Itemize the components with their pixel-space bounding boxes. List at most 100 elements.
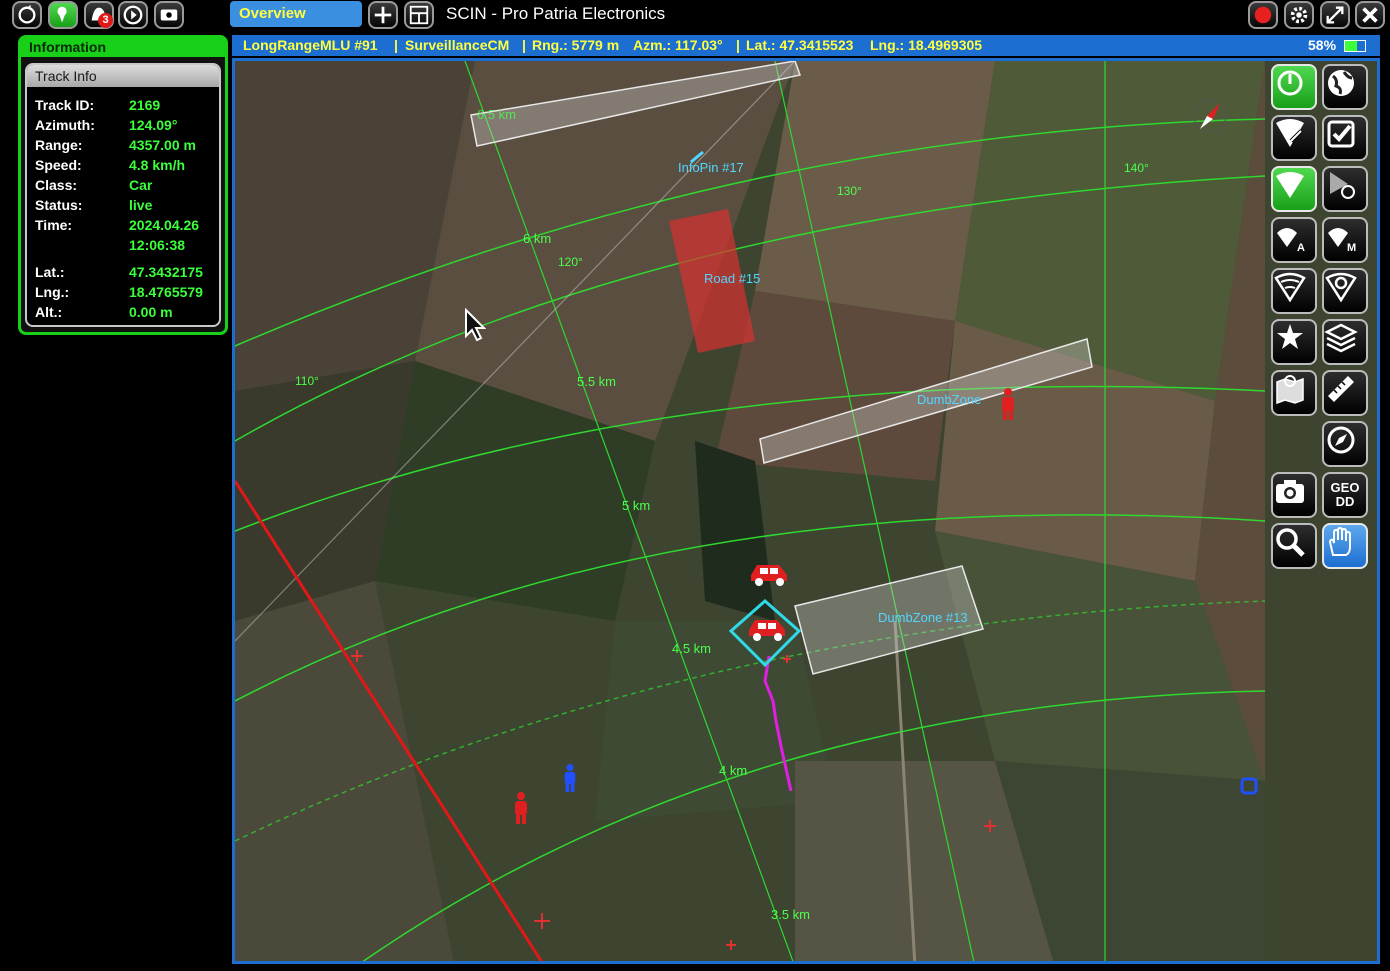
checklist-icon: [1327, 120, 1355, 148]
compass-icon: [1327, 426, 1355, 454]
track-info-title: Track Info: [27, 65, 219, 87]
lat-readout: Lat.: 47.3415523: [746, 37, 854, 53]
dish-button[interactable]: [154, 1, 184, 29]
ruler-button[interactable]: [1322, 370, 1368, 416]
close-icon: [1362, 7, 1378, 23]
zoom-button[interactable]: [1271, 523, 1317, 569]
zoom-icon: [1276, 528, 1305, 557]
row-label: Azimuth:: [35, 117, 95, 133]
terrain-background: [235, 61, 1377, 961]
split-layout-icon: [409, 5, 429, 25]
geo-dd-label: GEO: [1330, 480, 1360, 495]
auto-scan-button[interactable]: A: [1271, 217, 1317, 263]
row-label: Track ID:: [35, 97, 95, 113]
close-button[interactable]: [1355, 1, 1385, 29]
globe-button[interactable]: [1322, 64, 1368, 110]
road-zone-label: Road #15: [704, 271, 761, 286]
range-label: 4.5 km: [672, 641, 712, 656]
checklist-button[interactable]: [1322, 115, 1368, 161]
map-view[interactable]: 6.5 km 6 km 5.5 km 5 km 4.5 km 4 km 3.5 …: [232, 58, 1380, 964]
refresh-icon: [18, 4, 36, 24]
time-value: 12:06:38: [129, 237, 186, 253]
range-label: 3.5 km: [771, 907, 811, 922]
lng-value: 18.4765579: [129, 284, 203, 300]
geo-dd-button[interactable]: GEO DD: [1322, 472, 1368, 518]
separator: |: [522, 37, 526, 53]
radar-beam-icon: [1276, 172, 1304, 198]
navigate-button[interactable]: [1322, 166, 1368, 212]
lat-value: 47.3432175: [129, 264, 203, 280]
row-label: Alt.:: [35, 304, 63, 320]
sector-button[interactable]: [1271, 268, 1317, 314]
record-button[interactable]: [1248, 1, 1278, 29]
separator: |: [394, 37, 398, 53]
refresh-button[interactable]: [12, 1, 42, 29]
fullscreen-icon: [1326, 6, 1344, 24]
auto-scan-icon: A: [1277, 228, 1305, 253]
layers-button[interactable]: [1322, 319, 1368, 365]
manual-scan-button[interactable]: M: [1322, 217, 1368, 263]
search-zone-icon: [1325, 272, 1357, 303]
pin-button[interactable]: [1271, 319, 1317, 365]
speed-value: 4.8 km/h: [129, 157, 186, 173]
radar-beam-button[interactable]: [1271, 166, 1317, 212]
svg-text:A: A: [1297, 242, 1305, 253]
azimuth-label: 130°: [837, 184, 862, 198]
row-label: Status:: [35, 197, 83, 213]
dish-icon: [160, 9, 178, 21]
power-icon: [1277, 70, 1303, 96]
sector-icon: [1274, 272, 1306, 303]
power-button[interactable]: [1271, 64, 1317, 110]
azimuth-label: 140°: [1124, 161, 1149, 175]
dumbzone-label: DumbZone: [917, 392, 982, 407]
azimuth-value: 124.09°: [129, 117, 178, 133]
alert-button[interactable]: 3: [84, 1, 114, 29]
map-pin-icon: [57, 6, 67, 23]
row-label: Time:: [35, 217, 73, 233]
alt-value: 0.00 m: [129, 304, 173, 320]
plus-icon: [374, 6, 392, 24]
record-icon: [1254, 6, 1272, 24]
fullscreen-button[interactable]: [1320, 1, 1350, 29]
status-value: live: [129, 197, 153, 213]
azimuth-label: 110°: [295, 374, 319, 388]
gear-icon: [1290, 6, 1308, 24]
layout-button[interactable]: [404, 1, 434, 29]
separator: |: [736, 37, 740, 53]
geo-dd-label: DD: [1335, 494, 1355, 509]
range-readout: Rng.: 5779 m: [532, 37, 620, 53]
pan-hand-button[interactable]: [1322, 523, 1368, 569]
pin-icon: [1277, 324, 1303, 349]
date-value: 2024.04.26: [129, 217, 200, 233]
information-header: Information: [21, 38, 225, 57]
mode-name: SurveillanceCM: [405, 37, 510, 53]
layers-icon: [1324, 323, 1358, 353]
add-tab-button[interactable]: [368, 1, 398, 29]
azimuth-readout: Azm.: 117.03°: [633, 37, 723, 53]
map-book-icon: [1276, 375, 1304, 405]
map-canvas[interactable]: [235, 61, 1380, 964]
infopin-label: InfoPin #17: [678, 160, 744, 175]
information-panel: Information Track Info Track ID: 2169 Az…: [18, 35, 228, 335]
search-zone-button[interactable]: [1322, 268, 1368, 314]
status-bar: LongRangeMLU #91 | SurveillanceCM | Rng.…: [232, 35, 1380, 56]
play-button[interactable]: [118, 1, 148, 29]
svg-text:M: M: [1347, 242, 1356, 253]
battery-icon: [1344, 40, 1366, 52]
camera-button[interactable]: [1271, 472, 1317, 518]
tab-overview[interactable]: Overview: [230, 1, 362, 27]
compass-button[interactable]: [1322, 421, 1368, 467]
azimuth-label: 120°: [558, 255, 583, 269]
navigate-icon: [1330, 172, 1355, 199]
range-label: 6 km: [523, 231, 552, 246]
map-book-button[interactable]: [1271, 370, 1317, 416]
radar-settings-button[interactable]: [1271, 115, 1317, 161]
settings-button[interactable]: [1284, 1, 1314, 29]
class-value: Car: [129, 177, 153, 193]
map-pin-button[interactable]: [48, 1, 78, 29]
track-id-value: 2169: [129, 97, 161, 113]
dumbzone-13-label: DumbZone #13: [878, 610, 968, 625]
app-title: SCIN - Pro Patria Electronics: [446, 4, 666, 23]
battery-percent: 58%: [1308, 37, 1337, 53]
range-value: 4357.00 m: [129, 137, 196, 153]
